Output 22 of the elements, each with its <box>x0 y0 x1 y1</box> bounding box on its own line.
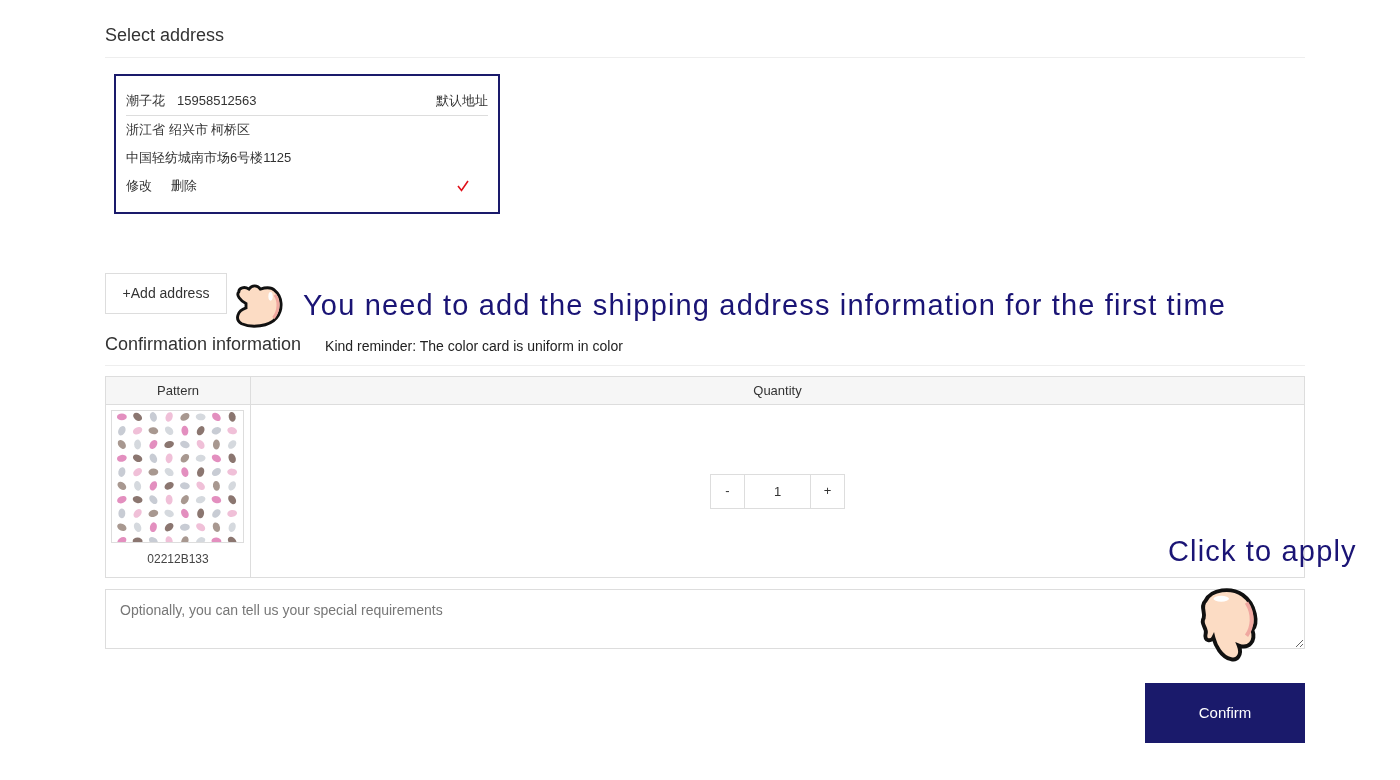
reminder-text: Kind reminder: The color card is uniform in color <box>325 337 623 356</box>
annotation-text: You need to add the shipping address information for the first time <box>303 288 1226 323</box>
default-label: 默认地址 <box>436 91 488 110</box>
section-title: Confirmation information <box>105 333 302 356</box>
section-title: Select address <box>105 24 225 47</box>
increment-button[interactable]: + <box>810 473 845 509</box>
decrement-button[interactable]: - <box>710 473 745 509</box>
address-region: 浙江省 绍兴市 柯桥区 <box>126 121 251 139</box>
address-street: 中国轻纺城南市场6号楼1125 <box>126 149 292 167</box>
column-header: Pattern <box>105 376 251 405</box>
address-action-link[interactable]: 删除 <box>171 177 197 195</box>
checkmark-icon <box>457 180 469 192</box>
recipient-name: 潮子花 <box>126 91 165 110</box>
address-action-link[interactable]: 修改 <box>126 177 152 195</box>
phone-number: 15958512563 <box>177 91 257 110</box>
add-address-button[interactable]: +Add address <box>105 273 227 314</box>
confirm-button[interactable]: Confirm <box>1145 683 1305 743</box>
requirements-field[interactable]: Optionally, you can tell us your special requirements <box>105 589 1305 649</box>
annotation-text: Click to apply <box>1168 534 1357 569</box>
column-header: Quantity <box>250 376 1305 405</box>
address-card[interactable]: 潮子花 15958512563 默认地址 浙江省 绍兴市 柯桥区 中国轻纺城南市场6号楼1125 修改 删除 <box>114 74 500 214</box>
pattern-code: 02212B133 <box>147 551 209 568</box>
